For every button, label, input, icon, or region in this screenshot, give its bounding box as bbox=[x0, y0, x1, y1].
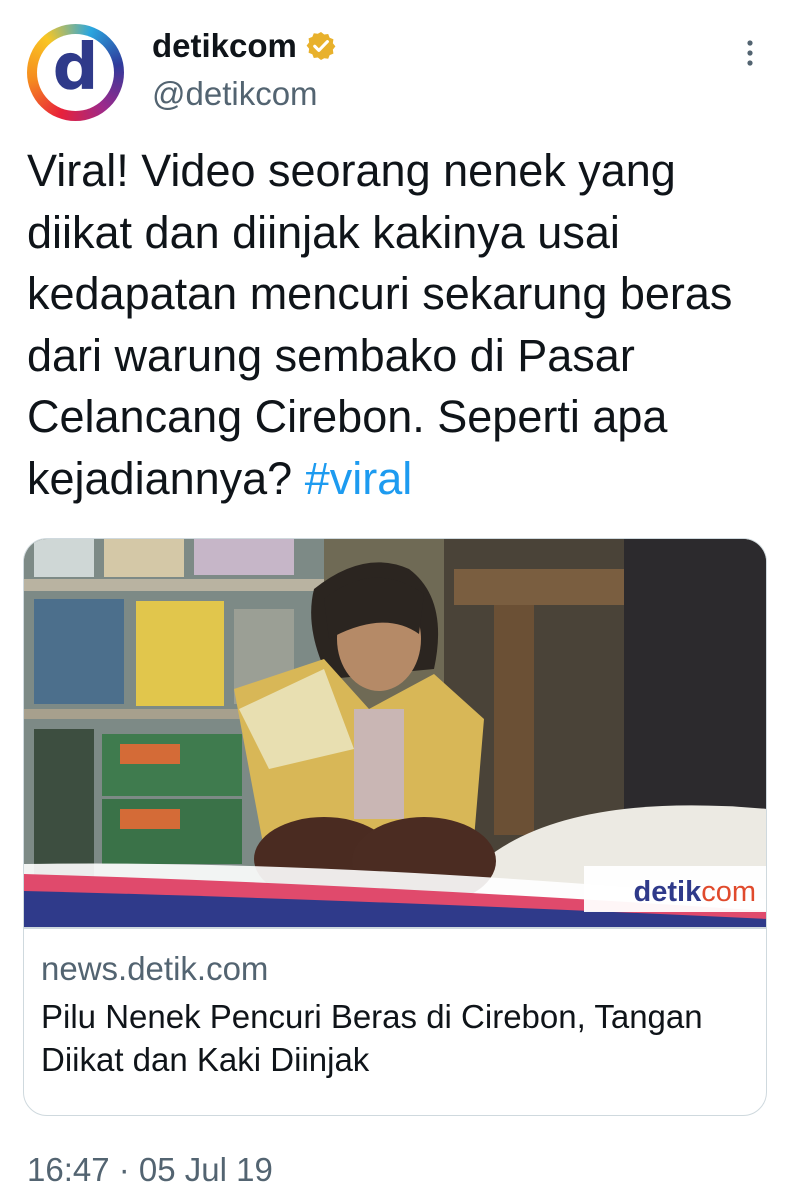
tweet-timestamp[interactable]: 16:47 · 05 Jul 19 bbox=[27, 1150, 273, 1190]
more-options-icon[interactable] bbox=[742, 38, 758, 68]
author-name-row: detikcom bbox=[152, 26, 337, 66]
image-watermark: detikcom bbox=[634, 876, 756, 908]
display-name[interactable]: detikcom bbox=[152, 26, 297, 66]
avatar-logo: d bbox=[37, 34, 114, 111]
card-domain: news.detik.com bbox=[41, 949, 269, 987]
tweet: d detikcom @detikcom Viral! Video seoran… bbox=[0, 0, 789, 1200]
avatar-letter: d bbox=[52, 30, 99, 105]
link-card[interactable]: detikcom news.detik.com Pilu Nenek Pencu… bbox=[23, 538, 767, 1116]
tweet-body: Viral! Video seorang nenek yang diikat d… bbox=[27, 145, 733, 504]
card-title[interactable]: Pilu Nenek Pencuri Beras di Cirebon, Tan… bbox=[41, 995, 749, 1081]
avatar[interactable]: d bbox=[27, 24, 124, 121]
verified-badge-icon bbox=[306, 32, 336, 60]
tweet-text: Viral! Video seorang nenek yang diikat d… bbox=[27, 140, 767, 509]
card-meta: news.detik.com Pilu Nenek Pencuri Beras … bbox=[24, 929, 766, 1081]
card-image[interactable]: detikcom bbox=[24, 539, 766, 927]
card-photo: detikcom bbox=[24, 539, 766, 927]
hashtag-link[interactable]: #viral bbox=[305, 453, 413, 504]
author-handle[interactable]: @detikcom bbox=[152, 74, 318, 114]
